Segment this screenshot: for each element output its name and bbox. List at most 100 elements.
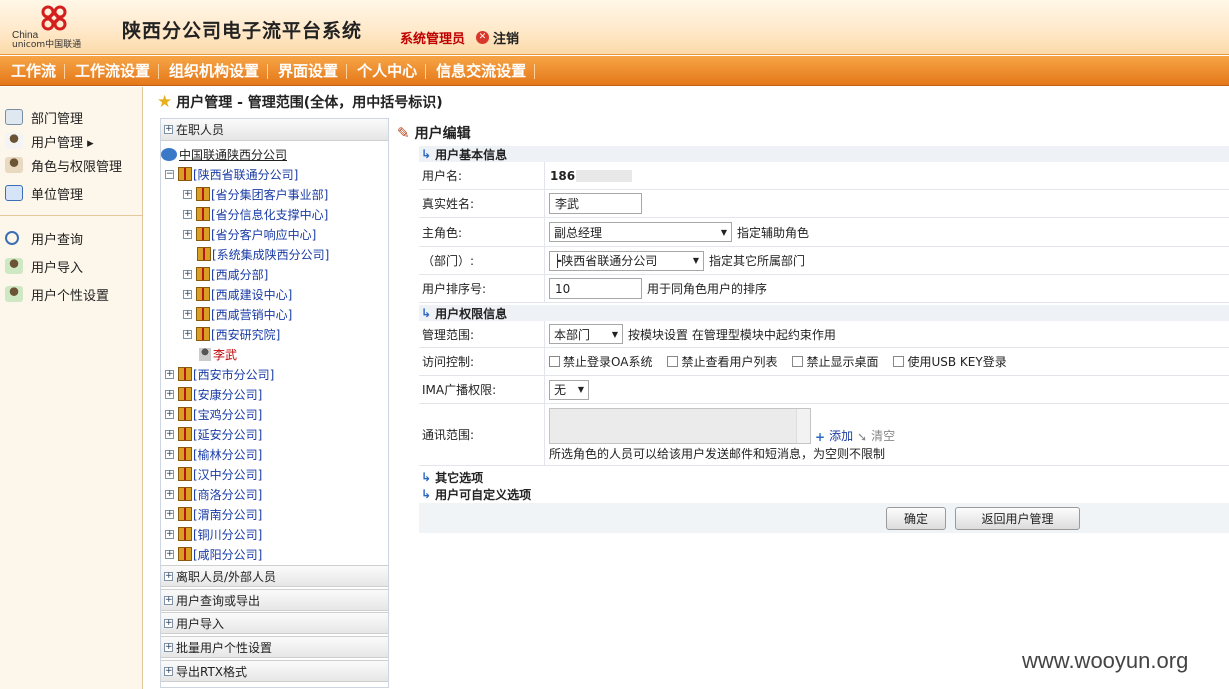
tree-bar-label: 导出RTX格式 <box>176 664 248 679</box>
sidebar-item-user-query[interactable]: 用户查询 <box>0 226 142 250</box>
nav-ui-settings[interactable]: 界面设置 <box>267 56 348 86</box>
tree-bar-query-export[interactable]: + 用户查询或导出 <box>161 589 388 611</box>
tree-node-branch[interactable]: + [铜川分公司] <box>165 524 262 544</box>
org-unit-icon <box>178 447 192 461</box>
nav-workflow-settings[interactable]: 工作流设置 <box>64 56 160 86</box>
sidebar-item-user-settings[interactable]: 用户个性设置 <box>0 282 142 306</box>
sidebar-item-label: 用户导入 <box>31 260 84 276</box>
section-permission-info[interactable]: ↳ 用户权限信息 <box>419 305 1229 321</box>
expand-icon: + <box>164 617 173 628</box>
tree-node-org[interactable]: + [省分集团客户事业部] <box>183 184 328 204</box>
tree-node-org[interactable]: + [西咸建设中心] <box>183 284 292 304</box>
assign-other-dept-link[interactable]: 指定其它所属部门 <box>709 252 805 269</box>
tree-node-branch[interactable]: + [宝鸡分公司] <box>165 404 262 424</box>
tree-node-branch[interactable]: + [榆林分公司] <box>165 444 262 464</box>
sidebar-item-label: 部门管理 <box>31 111 84 127</box>
tree-node-branch[interactable]: + [安康分公司] <box>165 384 262 404</box>
role-select-value: 副总经理 <box>554 225 603 240</box>
tree-node-branch[interactable]: + [渭南分公司] <box>165 504 262 524</box>
tree-node-label: [延安分公司] <box>193 427 263 442</box>
org-unit-icon <box>178 487 192 501</box>
sidebar: 部门管理 用户管理 ▸ 角色与权限管理 单位管理 用户查询 用户导入 用户个性设… <box>0 87 143 689</box>
checkbox-box <box>893 356 905 367</box>
ima-select[interactable]: 无 ▼ <box>549 379 589 400</box>
checkbox-disable-user-list[interactable]: 禁止查看用户列表 <box>667 353 777 370</box>
checkbox-disable-oa-login[interactable]: 禁止登录OA系统 <box>549 353 652 370</box>
sidebar-divider <box>0 215 142 216</box>
scope-select[interactable]: 本部门 ▼ <box>549 324 623 344</box>
tree-bar-former-staff[interactable]: + 离职人员/外部人员 <box>161 565 388 587</box>
dept-select[interactable]: ┝陕西省联通分公司 ▼ <box>549 250 704 271</box>
tree-node-org[interactable]: + [西咸分部] <box>183 264 268 284</box>
sidebar-item-role[interactable]: 角色与权限管理 <box>0 153 142 177</box>
expand-icon: + <box>183 268 192 279</box>
back-to-user-management-button[interactable]: 返回用户管理 <box>955 507 1080 530</box>
tree-bar-import[interactable]: + 用户导入 <box>161 612 388 634</box>
app-title: 陕西分公司电子流平台系统 <box>122 20 363 42</box>
tree-bar-export-rtx[interactable]: + 导出RTX格式 <box>161 660 388 682</box>
org-unit-icon <box>196 307 210 321</box>
tree-node-root[interactable]: 中国联通陕西分公司 <box>161 144 287 164</box>
logout-button[interactable]: ✕ 注销 <box>476 28 519 47</box>
scope-hint: 按模块设置 在管理型模块中起约束作用 <box>628 327 836 342</box>
checkbox-usb-key-login[interactable]: 使用USB KEY登录 <box>893 353 1007 370</box>
page-title: ★ 用户管理 - 管理范围(全体，用中括号标识) <box>157 92 443 112</box>
tree-node-org[interactable]: + [省分客户响应中心] <box>183 224 316 244</box>
tree-bar-batch-settings[interactable]: + 批量用户个性设置 <box>161 636 388 658</box>
chevron-down-icon: ▼ <box>577 385 584 394</box>
tree-node-org[interactable]: + [西安研究院] <box>183 324 280 344</box>
nav-personal-center[interactable]: 个人中心 <box>346 56 427 86</box>
checkbox-label: 禁止查看用户列表 <box>681 355 778 369</box>
scope-select-value: 本部门 <box>554 327 591 342</box>
section-custom-options[interactable]: ↳ 用户可自定义选项 <box>419 486 1229 502</box>
checkbox-box <box>549 356 560 367</box>
tree-bar-active-staff[interactable]: + 在职人员 <box>161 119 388 141</box>
tree-node-label: [系统集成陕西分公司] <box>212 247 330 262</box>
scrollbar[interactable] <box>796 408 810 443</box>
org-unit-icon <box>196 287 210 301</box>
tree-node-branch[interactable]: + [汉中分公司] <box>165 464 262 484</box>
expand-icon: + <box>165 388 174 399</box>
tree-node-user[interactable]: 李武 <box>199 344 237 364</box>
contact-add-link[interactable]: 添加 <box>829 427 853 444</box>
checkbox-disable-desktop[interactable]: 禁止显示桌面 <box>792 353 878 370</box>
tree-node-org[interactable]: + [西咸营销中心] <box>183 304 292 324</box>
tree-node-branch[interactable]: + [西安市分公司] <box>165 364 274 384</box>
sidebar-item-user-import[interactable]: 用户导入 <box>0 254 142 278</box>
role-select[interactable]: 副总经理 ▼ <box>549 222 732 242</box>
org-unit-icon <box>178 167 192 181</box>
tree-node-province[interactable]: − [陕西省联通分公司] <box>165 164 298 184</box>
tree-node-label: [铜川分公司] <box>193 527 263 542</box>
expand-icon: + <box>165 468 174 479</box>
section-basic-info[interactable]: ↳ 用户基本信息 <box>419 146 1229 162</box>
tree-bar-label: 用户查询或导出 <box>176 593 261 608</box>
tree-node-branch[interactable]: + [咸阳分公司] <box>165 544 262 564</box>
sidebar-item-label: 用户个性设置 <box>31 288 110 304</box>
expand-icon: + <box>164 665 173 676</box>
org-unit-icon <box>196 267 210 281</box>
section-other-options[interactable]: ↳ 其它选项 <box>419 469 1229 485</box>
expand-icon: + <box>164 641 173 652</box>
sidebar-item-unit[interactable]: 单位管理 <box>0 181 142 205</box>
sidebar-item-department[interactable]: 部门管理 <box>0 105 142 129</box>
tree-node-label: [西咸分部] <box>211 267 269 282</box>
sidebar-item-user[interactable]: 用户管理 ▸ <box>0 129 142 153</box>
editor-title: ✎ 用户编辑 <box>397 123 471 143</box>
org-unit-icon <box>196 207 210 221</box>
tree-node-branch[interactable]: + [延安分公司] <box>165 424 262 444</box>
tree-node-org[interactable]: [系统集成陕西分公司] <box>183 244 329 264</box>
nav-org-settings[interactable]: 组织机构设置 <box>158 56 269 86</box>
tree-node-label: [咸阳分公司] <box>193 547 263 562</box>
assign-aux-role-link[interactable]: 指定辅助角色 <box>737 224 809 241</box>
tree-node-org[interactable]: + [省分信息化支撑中心] <box>183 204 328 224</box>
ok-button[interactable]: 确定 <box>886 507 946 530</box>
contact-clear-link[interactable]: 清空 <box>871 427 895 444</box>
contact-scope-textarea[interactable] <box>549 407 811 444</box>
nav-workflow[interactable]: 工作流 <box>0 56 66 86</box>
section-label: 用户权限信息 <box>435 306 508 321</box>
order-input[interactable]: 10 <box>549 278 642 299</box>
nav-info-exchange-settings[interactable]: 信息交流设置 <box>425 56 536 86</box>
realname-input[interactable]: 李武 <box>549 193 642 214</box>
tree-node-branch[interactable]: + [商洛分公司] <box>165 484 262 504</box>
expand-icon: + <box>165 408 174 419</box>
